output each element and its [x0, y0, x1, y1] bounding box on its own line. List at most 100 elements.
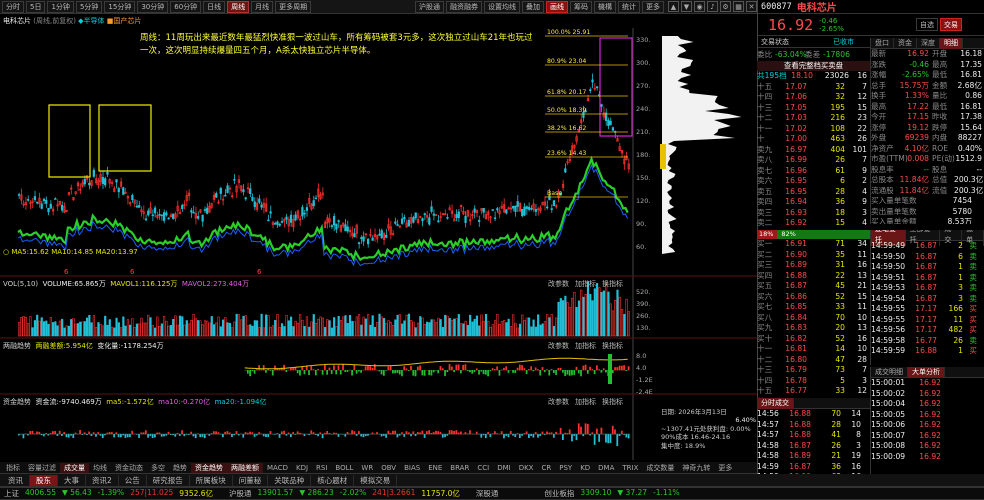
capital_panel-btn-1[interactable]: 加指标	[575, 398, 596, 406]
sell-row-10: 卖五 16.95 28 4	[757, 187, 870, 198]
period-button-7[interactable]: 日线	[203, 0, 226, 13]
status-index-3[interactable]: 创业板指 3309.10 ▼ 37.27 -1.11%	[540, 488, 691, 499]
capital-indicator-name[interactable]: 资金趋势	[3, 398, 31, 406]
info-tab-0[interactable]: 资讯	[2, 474, 30, 486]
margin_panel-btn-1[interactable]: 加指标	[575, 342, 596, 350]
vol-indicator-name[interactable]: VOL(5,10)	[3, 280, 38, 288]
indicator-tab-4[interactable]: 资金动态	[111, 463, 147, 473]
full-book-link[interactable]: 查看完整档买卖盘	[757, 60, 870, 71]
tick-row-0: 14:59:49 16.87 2 卖	[871, 241, 984, 252]
status-index-2[interactable]: 深股通	[472, 488, 529, 499]
volume-bar	[593, 288, 596, 337]
period-button-4[interactable]: 15分钟	[104, 0, 136, 13]
info-tab-3[interactable]: 资讯2	[86, 474, 119, 486]
indicator-tab-21[interactable]: CR	[537, 464, 555, 472]
grid-icon[interactable]: ▦	[733, 1, 744, 12]
indicator-tab-26[interactable]: 成交数量	[642, 463, 678, 473]
trade-tab[interactable]: 分时成交	[757, 398, 794, 409]
indicator-tab-16[interactable]: ENE	[424, 464, 446, 472]
big-tab-1[interactable]: 大单分析	[908, 367, 945, 378]
tool-button-4[interactable]: 画线	[546, 0, 568, 13]
info-tab-6[interactable]: 所属板块	[190, 474, 233, 486]
capital_panel-btn-2[interactable]: 换指标	[602, 398, 623, 406]
indicator-tab-25[interactable]: TRIX	[618, 464, 642, 472]
indicator-tab-5[interactable]: 多空	[147, 463, 169, 473]
indicator-tab-28[interactable]: 更多	[714, 463, 736, 473]
tool-button-2[interactable]: 设置均线	[484, 0, 520, 13]
indicator-tab-17[interactable]: BRAR	[446, 464, 473, 472]
tool-button-0[interactable]: 沪股通	[415, 0, 444, 13]
info-tab-7[interactable]: 问董秘	[233, 474, 269, 486]
volume-bar	[99, 323, 102, 337]
gear-icon[interactable]: ⚙	[720, 1, 731, 12]
stats-tab-1[interactable]: 资金	[894, 38, 917, 49]
trade-button[interactable]: 交易	[940, 18, 962, 31]
indicator-tab-2[interactable]: 成交量	[60, 462, 89, 473]
big-row-0-cell	[961, 378, 971, 389]
indicator-tab-24[interactable]: DMA	[594, 464, 618, 472]
down-arrow-icon[interactable]: ▼	[681, 1, 692, 12]
tool-button-8[interactable]: 更多	[642, 0, 664, 13]
period-button-10[interactable]: 更多周期	[275, 0, 312, 13]
info-tab-8[interactable]: 关联品种	[268, 474, 312, 486]
indicator-tab-11[interactable]: RSI	[312, 464, 331, 472]
indicator-tab-9[interactable]: MACD	[263, 464, 292, 472]
period-button-8[interactable]: 周线	[227, 0, 250, 13]
indicator-tab-27[interactable]: 神奇九转	[678, 463, 714, 473]
indicator-tab-0[interactable]: 指标	[2, 463, 24, 473]
stats-tab-3[interactable]: 明细	[940, 38, 963, 49]
period-button-0[interactable]: 分时	[2, 0, 24, 13]
margin_panel-btn-0[interactable]: 改参数	[548, 342, 569, 350]
indicator-tab-13[interactable]: WR	[357, 464, 377, 472]
indicator-tab-23[interactable]: KD	[576, 464, 594, 472]
fib-label: Base	[547, 190, 562, 197]
indicator-tab-18[interactable]: CCI	[473, 464, 493, 472]
tool-button-7[interactable]: 统计	[618, 0, 640, 13]
info-tab-1[interactable]: 股东	[30, 474, 58, 486]
period-button-1[interactable]: 5日	[26, 0, 46, 13]
tool-button-3[interactable]: 叠加	[522, 0, 544, 13]
indicator-tab-19[interactable]: DMI	[493, 464, 515, 472]
indicator-tab-20[interactable]: DKX	[515, 464, 538, 472]
margin-indicator-name[interactable]: 两融趋势	[3, 342, 31, 350]
status-index-0[interactable]: 上证 4006.55 ▼ 56.43 -1.39% 257|11.025 9352.6亿	[0, 488, 213, 499]
stats-tab-2[interactable]: 深度	[917, 38, 940, 49]
info-tab-2[interactable]: 大事	[58, 474, 86, 486]
bell-icon[interactable]: ♪	[707, 1, 718, 12]
indicator-tab-14[interactable]: OBV	[377, 464, 400, 472]
stats-tab-0[interactable]: 盘口	[871, 38, 894, 49]
indicator-tab-7[interactable]: 资金趋势	[191, 462, 227, 473]
info-tab-9[interactable]: 核心题材	[311, 474, 355, 486]
indicator-tab-8[interactable]: 两融差额	[227, 462, 263, 473]
vol_panel-btn-1[interactable]: 加指标	[575, 280, 596, 288]
capital_panel-btn-0[interactable]: 改参数	[548, 398, 569, 406]
vol_panel-btn-2[interactable]: 换指标	[602, 280, 623, 288]
big-tab-0[interactable]: 成交明细	[871, 367, 908, 378]
status-index-1[interactable]: 沪股通 13901.57 ▼ 286.23 -2.02% 241|3.2661 11757…	[225, 488, 460, 499]
tool-button-5[interactable]: 筹码	[570, 0, 592, 13]
indicator-tab-1[interactable]: 容量过滤	[24, 463, 60, 473]
eye-icon[interactable]: ◉	[694, 1, 705, 12]
indicator-tab-15[interactable]: BIAS	[400, 464, 424, 472]
indicator-tab-6[interactable]: 趋势	[169, 463, 191, 473]
candle-body	[330, 225, 333, 227]
up-arrow-icon[interactable]: ▲	[668, 1, 679, 12]
period-button-6[interactable]: 60分钟	[170, 0, 202, 13]
watchlist-button[interactable]: 自选	[916, 18, 938, 31]
info-tab-4[interactable]: 公告	[119, 474, 147, 486]
period-button-5[interactable]: 30分钟	[137, 0, 169, 13]
indicator-tab-3[interactable]: 均线	[89, 463, 111, 473]
period-button-2[interactable]: 1分钟	[47, 0, 74, 13]
vol_panel-btn-0[interactable]: 改参数	[548, 280, 569, 288]
tool-button-6[interactable]: 機構	[594, 0, 616, 13]
period-button-3[interactable]: 5分钟	[75, 0, 103, 13]
margin_panel-btn-2[interactable]: 换指标	[602, 342, 623, 350]
period-button-9[interactable]: 月线	[251, 0, 274, 13]
info-tab-10[interactable]: 模拟交易	[354, 474, 398, 486]
indicator-tab-12[interactable]: BOLL	[331, 464, 357, 472]
close-icon[interactable]: ✕	[746, 1, 757, 12]
indicator-tab-10[interactable]: KDJ	[292, 464, 312, 472]
tool-button-1[interactable]: 融资融券	[446, 0, 482, 13]
indicator-tab-22[interactable]: PSY	[555, 464, 576, 472]
info-tab-5[interactable]: 研究报告	[147, 474, 190, 486]
